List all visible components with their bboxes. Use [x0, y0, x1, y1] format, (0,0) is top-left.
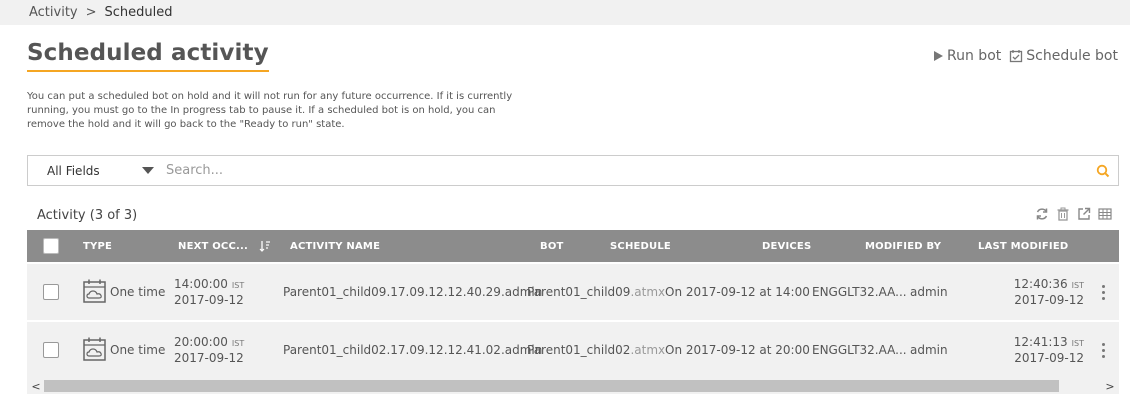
search-field-value: All Fields — [47, 163, 100, 178]
scroll-right-arrow[interactable]: > — [1103, 378, 1117, 394]
next-occurrence-cell: 14:00:00 IST 2017-09-12 — [174, 264, 244, 320]
export-icon[interactable] — [1077, 206, 1091, 225]
page-title: Scheduled activity — [27, 40, 269, 72]
run-bot-button[interactable]: Run bot — [932, 48, 1001, 64]
next-timezone: IST — [231, 339, 245, 348]
sort-desc-icon[interactable] — [259, 230, 271, 262]
row-checkbox[interactable] — [43, 264, 59, 320]
search-bar: All Fields — [27, 155, 1119, 186]
next-time: 14:00:00 — [174, 277, 228, 291]
search-input[interactable] — [158, 156, 1088, 185]
modified-by-cell: admin — [910, 285, 948, 299]
table-row[interactable]: One time 14:00:00 IST 2017-09-12 Parent01… — [27, 264, 1119, 320]
run-bot-label: Run bot — [947, 48, 1002, 64]
table-tools — [1035, 206, 1112, 225]
caret-down-icon — [142, 167, 154, 174]
next-time: 20:00:00 — [174, 335, 228, 349]
search-field-dropdown[interactable]: All Fields — [28, 156, 158, 185]
header-type[interactable]: TYPE — [83, 230, 112, 262]
bot-cell[interactable]: Parent01_child09 .atmx — [527, 264, 665, 320]
bot-name: Parent01_child09 — [527, 285, 631, 299]
modified-by-cell: admin — [910, 343, 948, 357]
header-devices[interactable]: DEVICES — [762, 230, 811, 262]
breadcrumb: Activity > Scheduled — [0, 0, 1130, 25]
table-header: TYPE NEXT OCC... ACTIVITY NAME BOT SCHED… — [27, 230, 1119, 262]
table-row[interactable]: One time 20:00:00 IST 2017-09-12 Parent01… — [27, 322, 1119, 378]
header-activity-name[interactable]: ACTIVITY NAME — [290, 230, 380, 262]
modified-timezone: IST — [1071, 281, 1084, 290]
columns-icon[interactable] — [1098, 206, 1112, 225]
calendar-check-icon — [1009, 49, 1023, 63]
row-menu-icon[interactable] — [1098, 264, 1108, 320]
bot-name: Parent01_child02 — [527, 343, 631, 357]
type-label: One time — [110, 285, 166, 299]
refresh-icon[interactable] — [1035, 206, 1049, 225]
devices-cell: ENGGLT32.AA... — [812, 343, 907, 357]
header-next-occurrence[interactable]: NEXT OCC... — [178, 230, 248, 262]
activity-table: TYPE NEXT OCC... ACTIVITY NAME BOT SCHED… — [27, 230, 1119, 378]
breadcrumb-separator: > — [85, 5, 97, 20]
modified-time: 12:40:36 — [1013, 277, 1068, 291]
type-cell: One time — [83, 322, 165, 378]
row-checkbox[interactable] — [43, 322, 59, 378]
header-schedule[interactable]: SCHEDULE — [610, 230, 671, 262]
last-modified-cell: 12:40:36 IST 2017-09-12 — [1007, 264, 1084, 320]
trash-icon[interactable] — [1056, 206, 1070, 225]
modified-date: 2017-09-12 — [1014, 351, 1084, 365]
type-cell: One time — [83, 264, 165, 320]
bot-cell[interactable]: Parent01_child02 .atmx — [527, 322, 665, 378]
modified-timezone: IST — [1071, 339, 1084, 348]
calendar-cloud-icon — [83, 337, 106, 364]
header-last-modified[interactable]: LAST MODIFIED — [978, 230, 1068, 262]
next-date: 2017-09-12 — [174, 293, 244, 307]
breadcrumb-activity-link[interactable]: Activity — [29, 5, 78, 20]
select-all-checkbox[interactable] — [43, 230, 59, 262]
page-description: You can put a scheduled bot on hold and … — [27, 91, 513, 130]
next-occurrence-cell: 20:00:00 IST 2017-09-12 — [174, 322, 244, 378]
scroll-left-arrow[interactable]: < — [29, 378, 43, 394]
schedule-bot-label: Schedule bot — [1026, 48, 1118, 64]
scrollbar-thumb[interactable] — [44, 380, 1059, 392]
calendar-cloud-icon — [83, 279, 106, 306]
horizontal-scrollbar[interactable]: < > — [27, 378, 1119, 394]
schedule-bot-button[interactable]: Schedule bot — [1009, 48, 1118, 64]
type-label: One time — [110, 343, 166, 357]
activity-name: Parent01_child02.17.09.12.12.41.02.admin — [283, 343, 543, 357]
breadcrumb-current: Scheduled — [104, 5, 173, 20]
search-icon[interactable] — [1088, 164, 1118, 178]
bot-extension: .atmx — [630, 285, 666, 299]
last-modified-cell: 12:41:13 IST 2017-09-12 — [1007, 322, 1084, 378]
play-icon — [932, 50, 944, 62]
page-actions: Run bot Schedule bot — [932, 48, 1118, 64]
modified-date: 2017-09-12 — [1014, 293, 1084, 307]
bot-extension: .atmx — [630, 343, 666, 357]
activity-count: Activity (3 of 3) — [37, 208, 138, 223]
schedule-cell: On 2017-09-12 at 14:00 — [665, 285, 810, 299]
header-modified-by[interactable]: MODIFIED BY — [865, 230, 941, 262]
row-menu-icon[interactable] — [1098, 322, 1108, 378]
modified-time: 12:41:13 — [1013, 335, 1068, 349]
header-bot[interactable]: BOT — [540, 230, 564, 262]
schedule-cell: On 2017-09-12 at 20:00 — [665, 343, 810, 357]
next-date: 2017-09-12 — [174, 351, 244, 365]
devices-cell: ENGGLT32.AA... — [812, 285, 907, 299]
next-timezone: IST — [231, 281, 245, 290]
activity-name: Parent01_child09.17.09.12.12.40.29.admin — [283, 285, 543, 299]
